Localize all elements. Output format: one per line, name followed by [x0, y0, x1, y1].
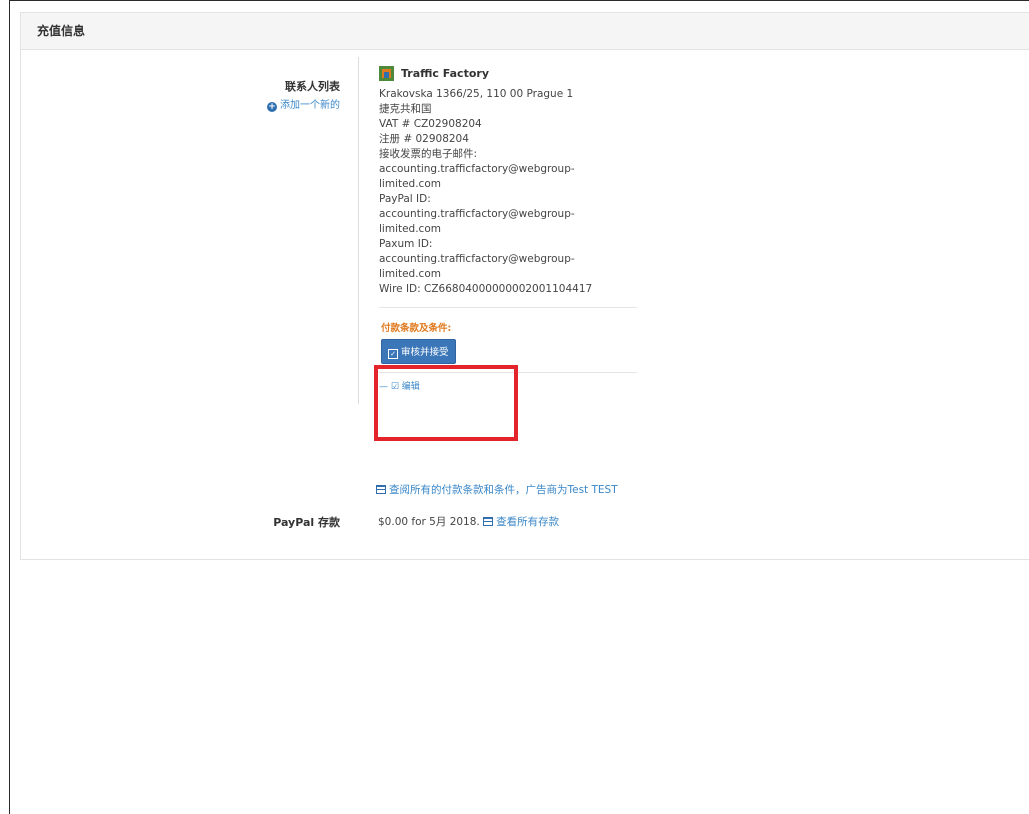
wire-id-line: Wire ID: CZ66804000000002001104417: [379, 283, 593, 295]
paxum-id-line-1: accounting.trafficfactory@webgroup-: [379, 253, 575, 265]
paypal-id-line-1: accounting.trafficfactory@webgroup-: [379, 208, 575, 220]
review-and-accept-button[interactable]: ✓ 审核并接受: [381, 339, 456, 364]
add-new-contact-label: 添加一个新的: [280, 100, 340, 111]
contacts-label: 联系人列表: [285, 80, 340, 93]
company-row: Traffic Factory: [379, 66, 638, 81]
paxum-id-line-2: limited.com: [379, 268, 441, 280]
registration-line: 注册 # 02908204: [379, 133, 469, 145]
paypal-deposit-amount: $0.00 for 5月 2018.: [378, 516, 480, 528]
window-top-border: [9, 0, 1029, 1]
invoice-email-label: 接收发票的电子邮件:: [379, 148, 478, 160]
paypal-id-line-2: limited.com: [379, 223, 441, 235]
paypal-deposit-value: $0.00 for 5月 2018. 查看所有存款: [378, 514, 559, 529]
view-all-terms-label: 查阅所有的付款条款和条件，广告商为Test TEST: [389, 484, 618, 496]
paxum-id-label: Paxum ID:: [379, 238, 433, 250]
paypal-deposit-label: PayPal 存款: [273, 516, 340, 529]
paypal-id-label: PayPal ID:: [379, 193, 431, 205]
view-all-deposits-label: 查看所有存款: [496, 516, 560, 528]
panel-title: 充值信息: [21, 13, 1029, 50]
window-left-border: [9, 0, 10, 814]
review-button-label: 审核并接受: [401, 347, 449, 358]
vat-line: VAT # CZ02908204: [379, 118, 482, 130]
invoice-email-line-2: limited.com: [379, 178, 441, 190]
plus-circle-icon: +: [267, 102, 277, 112]
payment-terms-section: 付款条款及条件: ✓ 审核并接受: [379, 308, 638, 372]
highlight-annotation: [374, 365, 518, 441]
invoice-email-line-1: accounting.trafficfactory@webgroup-: [379, 163, 575, 175]
table-icon: [483, 517, 494, 526]
table-icon: [376, 485, 386, 494]
view-all-terms-link[interactable]: 查阅所有的付款条款和条件，广告商为Test TEST: [376, 482, 618, 497]
contacts-label-column: 联系人列表 + 添加一个新的: [267, 78, 340, 112]
country-line: 捷克共和国: [379, 103, 432, 115]
add-new-contact-link[interactable]: + 添加一个新的: [267, 96, 340, 112]
company-name: Traffic Factory: [401, 67, 489, 80]
payment-terms-label: 付款条款及条件:: [381, 323, 452, 334]
checkbox-icon: ✓: [388, 349, 398, 359]
view-all-deposits-link[interactable]: 查看所有存款: [483, 516, 559, 528]
address-line: Krakovska 1366/25, 110 00 Prague 1: [379, 88, 574, 100]
contact-card: Traffic Factory Krakovska 1366/25, 110 0…: [358, 57, 638, 404]
building-icon: [379, 66, 394, 81]
